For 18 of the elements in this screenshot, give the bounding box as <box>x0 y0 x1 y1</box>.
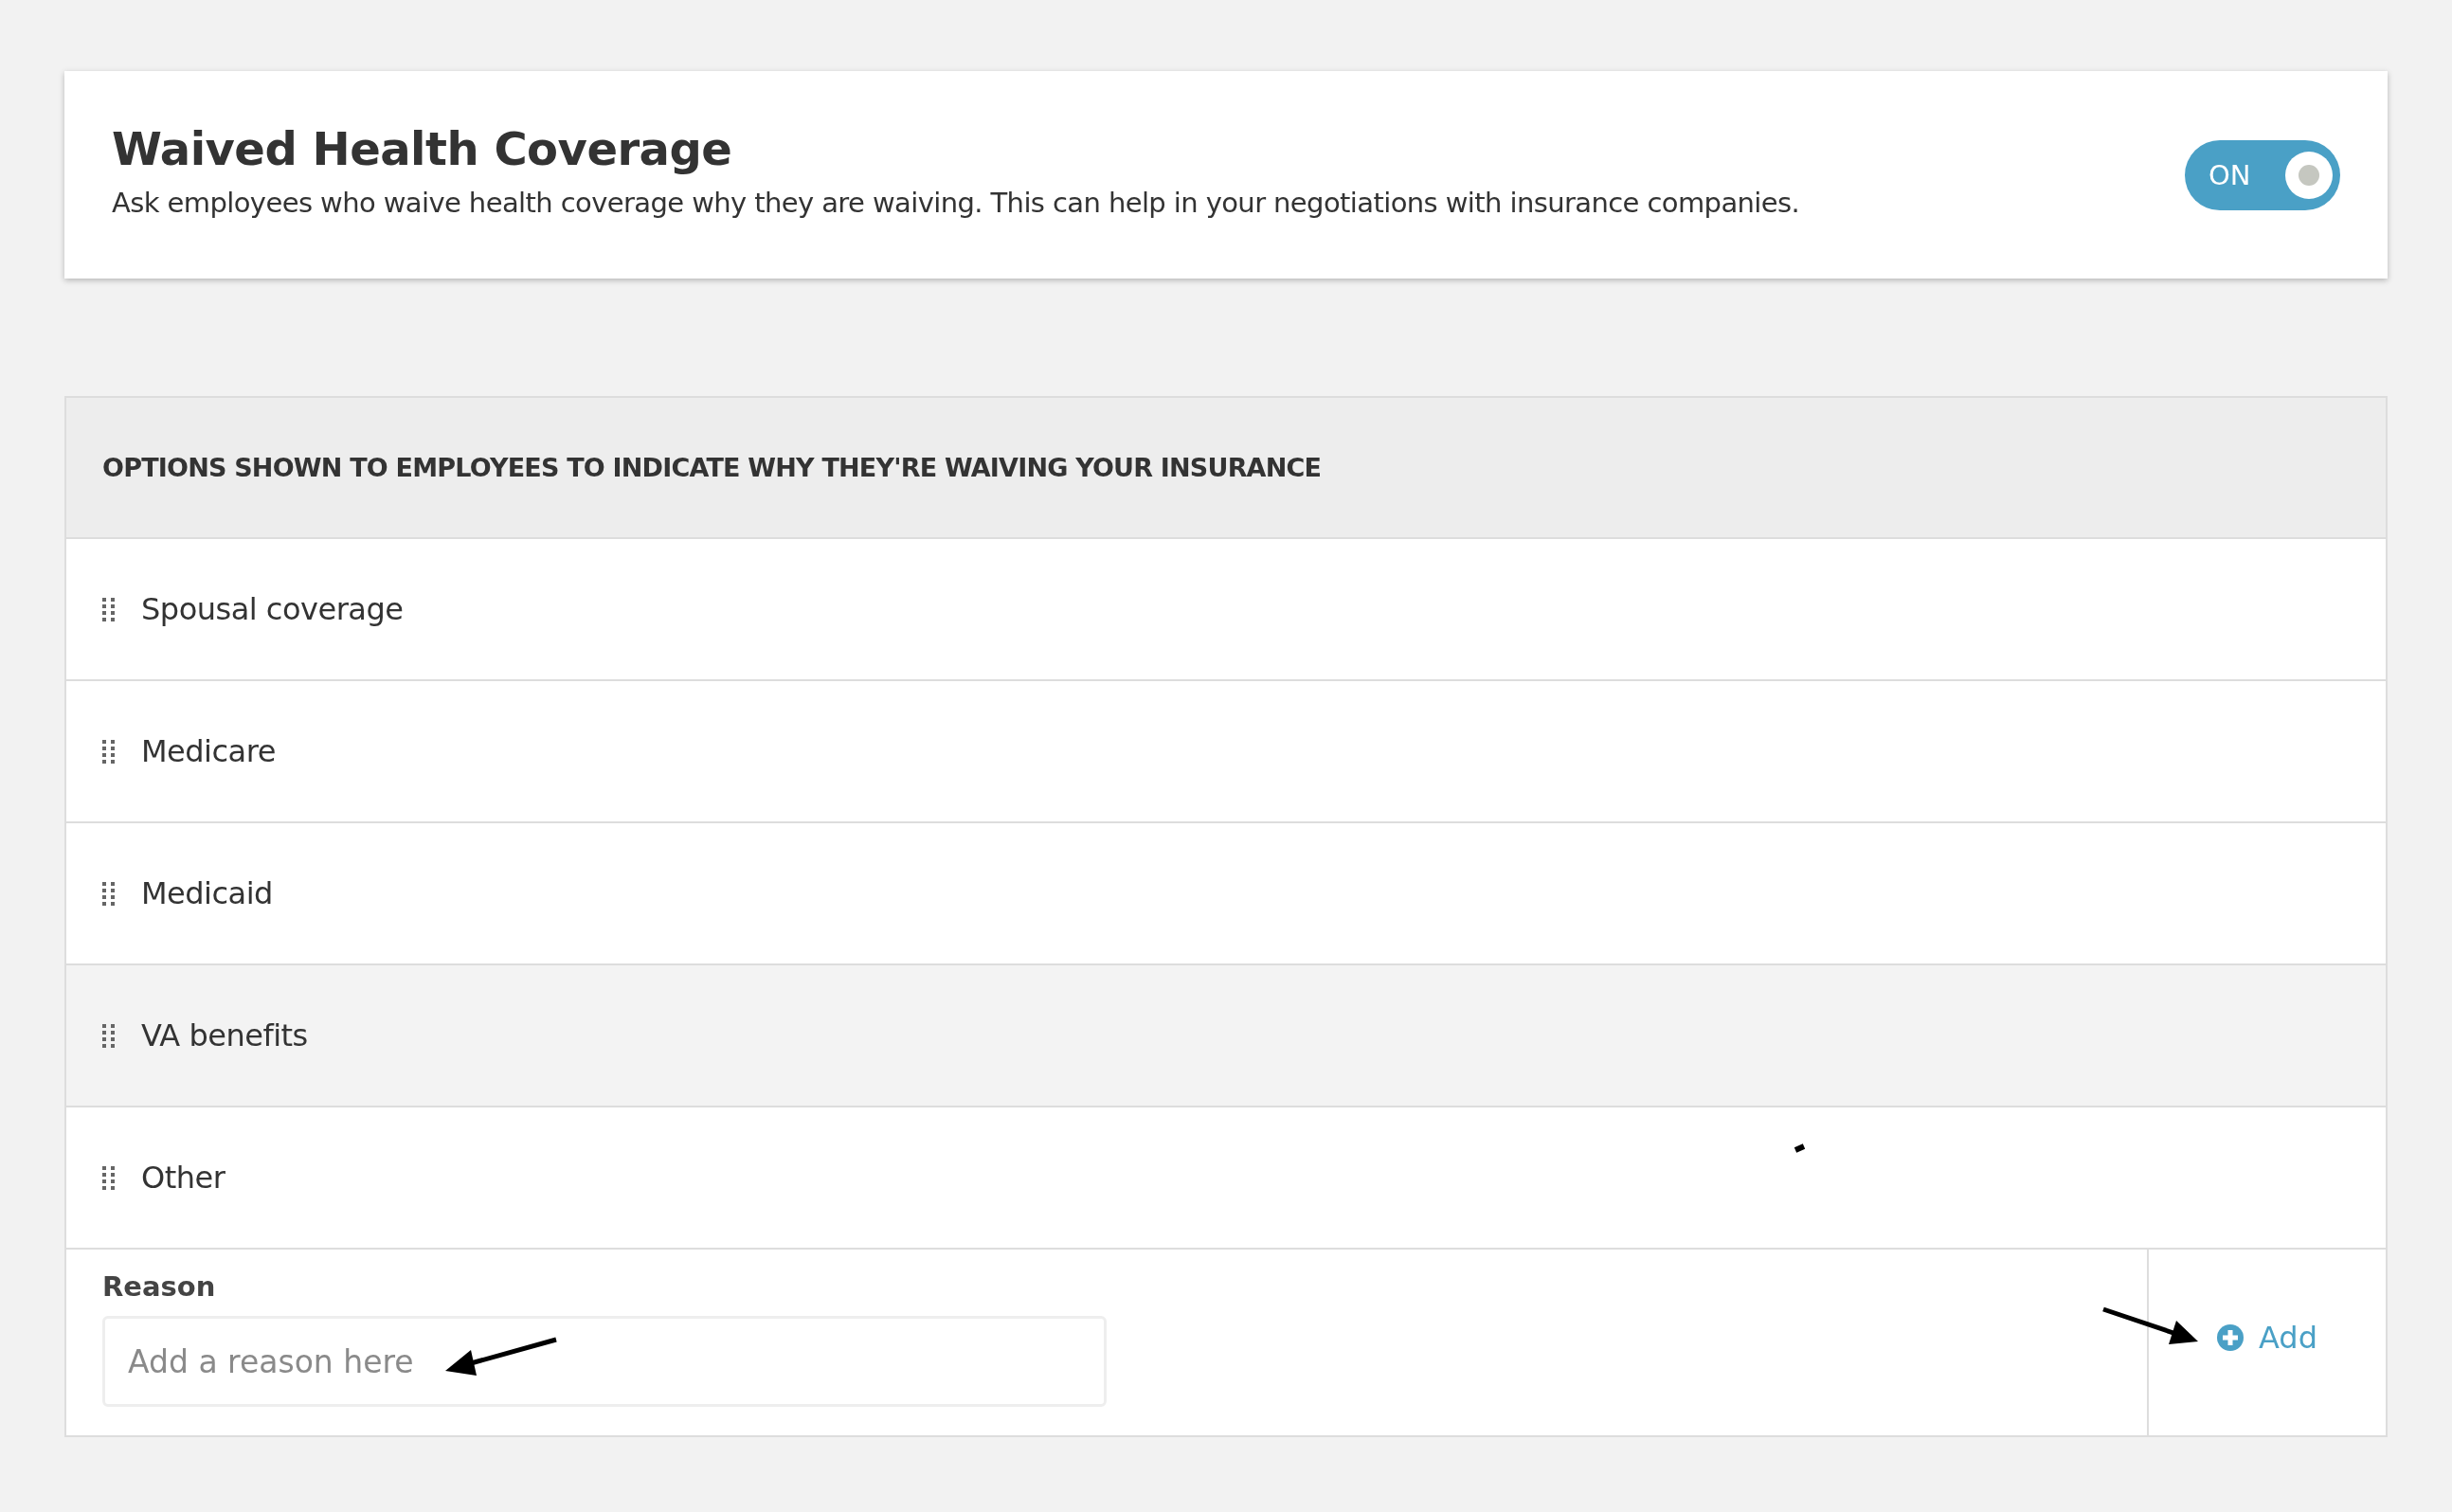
option-row[interactable]: VA benefits <box>66 965 2386 1107</box>
panel-heading: OPTIONS SHOWN TO EMPLOYEES TO INDICATE WHY THEY'RE WAIVING YOUR INSURANCE <box>102 453 1322 482</box>
option-label: Medicare <box>141 733 276 769</box>
reason-input-field[interactable]: Add a reason here <box>102 1316 1107 1407</box>
drag-handle-icon[interactable] <box>102 1165 115 1190</box>
pen-mark <box>1794 1143 1806 1153</box>
card-title: Waived Health Coverage <box>112 121 733 175</box>
field-label: Reason <box>102 1270 217 1303</box>
option-label: Spousal coverage <box>141 591 404 627</box>
drag-handle-icon[interactable] <box>102 597 115 621</box>
option-label: VA benefits <box>141 1017 308 1053</box>
plus-circle-icon <box>2217 1324 2244 1351</box>
drag-handle-icon[interactable] <box>102 1023 115 1048</box>
drag-handle-icon[interactable] <box>102 881 115 906</box>
option-label: Other <box>141 1160 225 1196</box>
drag-handle-icon[interactable] <box>102 739 115 764</box>
option-label: Medicaid <box>141 875 273 911</box>
card-description: Ask employees who waive health coverage why they are waiving. This can help in your negotiations with insurance companies. <box>112 186 1800 219</box>
